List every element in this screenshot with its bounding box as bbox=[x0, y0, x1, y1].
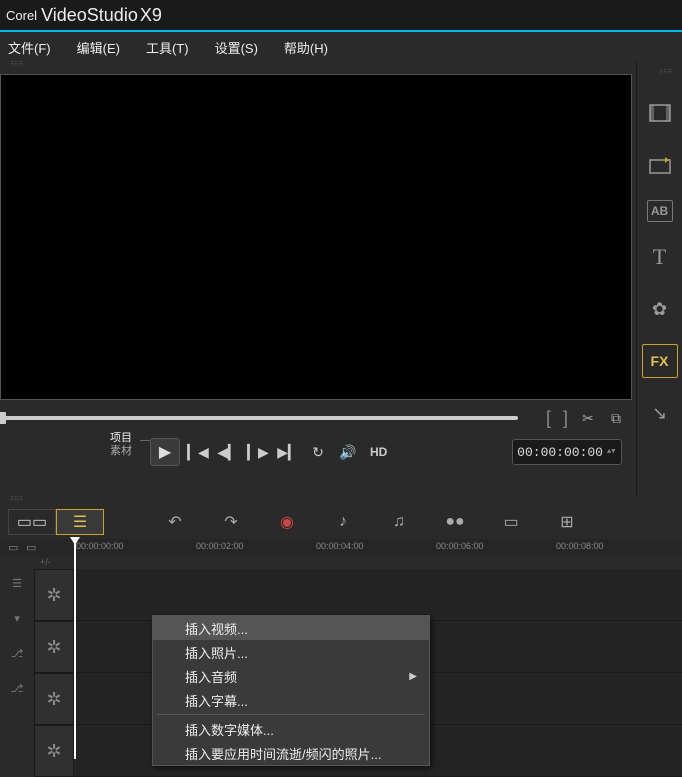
title-bar: Corel VideoStudio X9 bbox=[0, 0, 682, 32]
cut-icon[interactable]: ✂ bbox=[576, 406, 600, 430]
timecode-value: 00:00:00:00 bbox=[517, 445, 603, 460]
mode-indicator-icon: — bbox=[140, 435, 150, 446]
repeat-button[interactable]: ↻ bbox=[306, 440, 330, 464]
timeline-ruler[interactable]: ▭ ▭ 00:00:00:00 00:00:02:00 00:00:04:00 … bbox=[0, 539, 682, 557]
timeline-toolbar: ▭▭ ☰ ↶ ↷ ◉ ♪ ♫ ●● ▭ ⊞ bbox=[0, 505, 682, 539]
record-button[interactable]: ◉ bbox=[274, 509, 300, 535]
menu-tools[interactable]: 工具(T) bbox=[146, 38, 189, 57]
timecode-spinner-icon[interactable]: ▲▼ bbox=[607, 449, 617, 456]
ctx-insert-subtitle[interactable]: 插入字幕... bbox=[153, 688, 429, 712]
expand-icon[interactable]: ⧉ bbox=[604, 406, 628, 430]
ruler-tick: 00:00:02:00 bbox=[196, 541, 244, 551]
library-tabs: AB T ✿ FX ↘ bbox=[636, 62, 682, 497]
graphic-tab[interactable]: ✿ bbox=[642, 292, 678, 326]
submenu-arrow-icon: ▶ bbox=[409, 671, 417, 682]
ctx-insert-digital-media[interactable]: 插入数字媒体... bbox=[153, 717, 429, 741]
mode-project[interactable]: 项目 bbox=[110, 432, 132, 445]
brand-version: X9 bbox=[140, 5, 162, 26]
auto-music-button[interactable]: ♫ bbox=[386, 509, 412, 535]
panel-grip-icon[interactable] bbox=[0, 497, 682, 505]
timecode-field[interactable]: 00:00:00:00 ▲▼ bbox=[512, 439, 622, 465]
play-button[interactable]: ▶ bbox=[150, 438, 180, 466]
scrub-bar[interactable] bbox=[0, 416, 518, 420]
brand-corel: Corel bbox=[6, 8, 37, 23]
panel-grip-icon[interactable] bbox=[637, 70, 682, 78]
preview-panel: [ ] ✂ ⧉ 项目 素材 — ▶ ▎◀ ◀▎ ▎▶ ▶▎ ↻ 🔊 HD 00:… bbox=[0, 62, 636, 497]
video-track-head[interactable]: ✲ bbox=[34, 569, 74, 621]
menu-settings[interactable]: 设置(S) bbox=[215, 38, 258, 57]
ctx-separator bbox=[157, 714, 425, 715]
storyboard-view-button[interactable]: ▭▭ bbox=[8, 509, 56, 535]
menu-file[interactable]: 文件(F) bbox=[8, 38, 51, 57]
ruler-tick: 00:00:04:00 bbox=[316, 541, 364, 551]
menu-help[interactable]: 帮助(H) bbox=[284, 38, 328, 57]
next-frame-button[interactable]: ▎▶ bbox=[246, 440, 270, 464]
overlay-track-head-3[interactable]: ✲ bbox=[34, 725, 74, 777]
prev-frame-button[interactable]: ◀▎ bbox=[216, 440, 240, 464]
ruler-tick: 00:00:06:00 bbox=[436, 541, 484, 551]
chapter-button[interactable]: ●● bbox=[442, 509, 468, 535]
video-track-lane[interactable] bbox=[74, 569, 682, 621]
track-manager-icon[interactable]: ☰ bbox=[12, 577, 22, 590]
menu-bar: 文件(F) 编辑(E) 工具(T) 设置(S) 帮助(H) bbox=[0, 32, 682, 62]
context-menu: 插入视频... 插入照片... 插入音频 ▶ 插入字幕... 插入数字媒体...… bbox=[152, 615, 430, 766]
chevron-down-icon[interactable]: ▾ bbox=[14, 612, 20, 625]
transition-tab[interactable]: AB bbox=[647, 200, 673, 222]
overlay-track-head-2[interactable]: ✲ bbox=[34, 673, 74, 725]
subtitle-button[interactable]: ▭ bbox=[498, 509, 524, 535]
hd-toggle[interactable]: HD bbox=[370, 445, 387, 459]
fx-tab[interactable]: FX bbox=[642, 344, 678, 378]
menu-edit[interactable]: 编辑(E) bbox=[77, 38, 120, 57]
track-gutter: ☰ ▾ ⎇ ⎇ bbox=[0, 569, 34, 777]
preview-screen[interactable] bbox=[0, 74, 632, 400]
mark-in-button[interactable]: [ bbox=[542, 408, 555, 429]
go-end-button[interactable]: ▶▎ bbox=[276, 440, 300, 464]
mode-clip[interactable]: 素材 bbox=[110, 445, 132, 458]
ctx-insert-video[interactable]: 插入视频... bbox=[153, 616, 429, 640]
overlay-track-head[interactable]: ✲ bbox=[34, 621, 74, 673]
brand-name: VideoStudio bbox=[41, 5, 138, 26]
instant-project-tab[interactable] bbox=[642, 148, 678, 182]
panel-grip-icon[interactable] bbox=[0, 62, 636, 70]
path-tab[interactable]: ↘ bbox=[642, 396, 678, 430]
link-icon[interactable]: ⎇ bbox=[11, 682, 24, 695]
playhead[interactable] bbox=[74, 539, 76, 759]
zoom-control[interactable]: +/- bbox=[40, 557, 51, 569]
redo-button[interactable]: ↷ bbox=[218, 509, 244, 535]
link-icon[interactable]: ⎇ bbox=[11, 647, 24, 660]
title-tab[interactable]: T bbox=[642, 240, 678, 274]
multi-view-button[interactable]: ⊞ bbox=[554, 509, 580, 535]
ctx-insert-photo[interactable]: 插入照片... bbox=[153, 640, 429, 664]
volume-button[interactable]: 🔊 bbox=[336, 440, 360, 464]
timeline-view-button[interactable]: ☰ bbox=[56, 509, 104, 535]
ctx-insert-timelapse-photos[interactable]: 插入要应用时间流逝/频闪的照片... bbox=[153, 741, 429, 765]
go-start-button[interactable]: ▎◀ bbox=[186, 440, 210, 464]
ruler-tick: 00:00:08:00 bbox=[556, 541, 604, 551]
ruler-icon[interactable]: ▭ bbox=[26, 541, 42, 555]
ruler-icon[interactable]: ▭ bbox=[8, 541, 24, 555]
ctx-insert-audio[interactable]: 插入音频 ▶ bbox=[153, 664, 429, 688]
ruler-tick: 00:00:00:00 bbox=[76, 541, 124, 551]
media-tab[interactable] bbox=[642, 96, 678, 130]
undo-button[interactable]: ↶ bbox=[162, 509, 188, 535]
mark-out-button[interactable]: ] bbox=[559, 408, 572, 429]
audio-mixer-button[interactable]: ♪ bbox=[330, 509, 356, 535]
